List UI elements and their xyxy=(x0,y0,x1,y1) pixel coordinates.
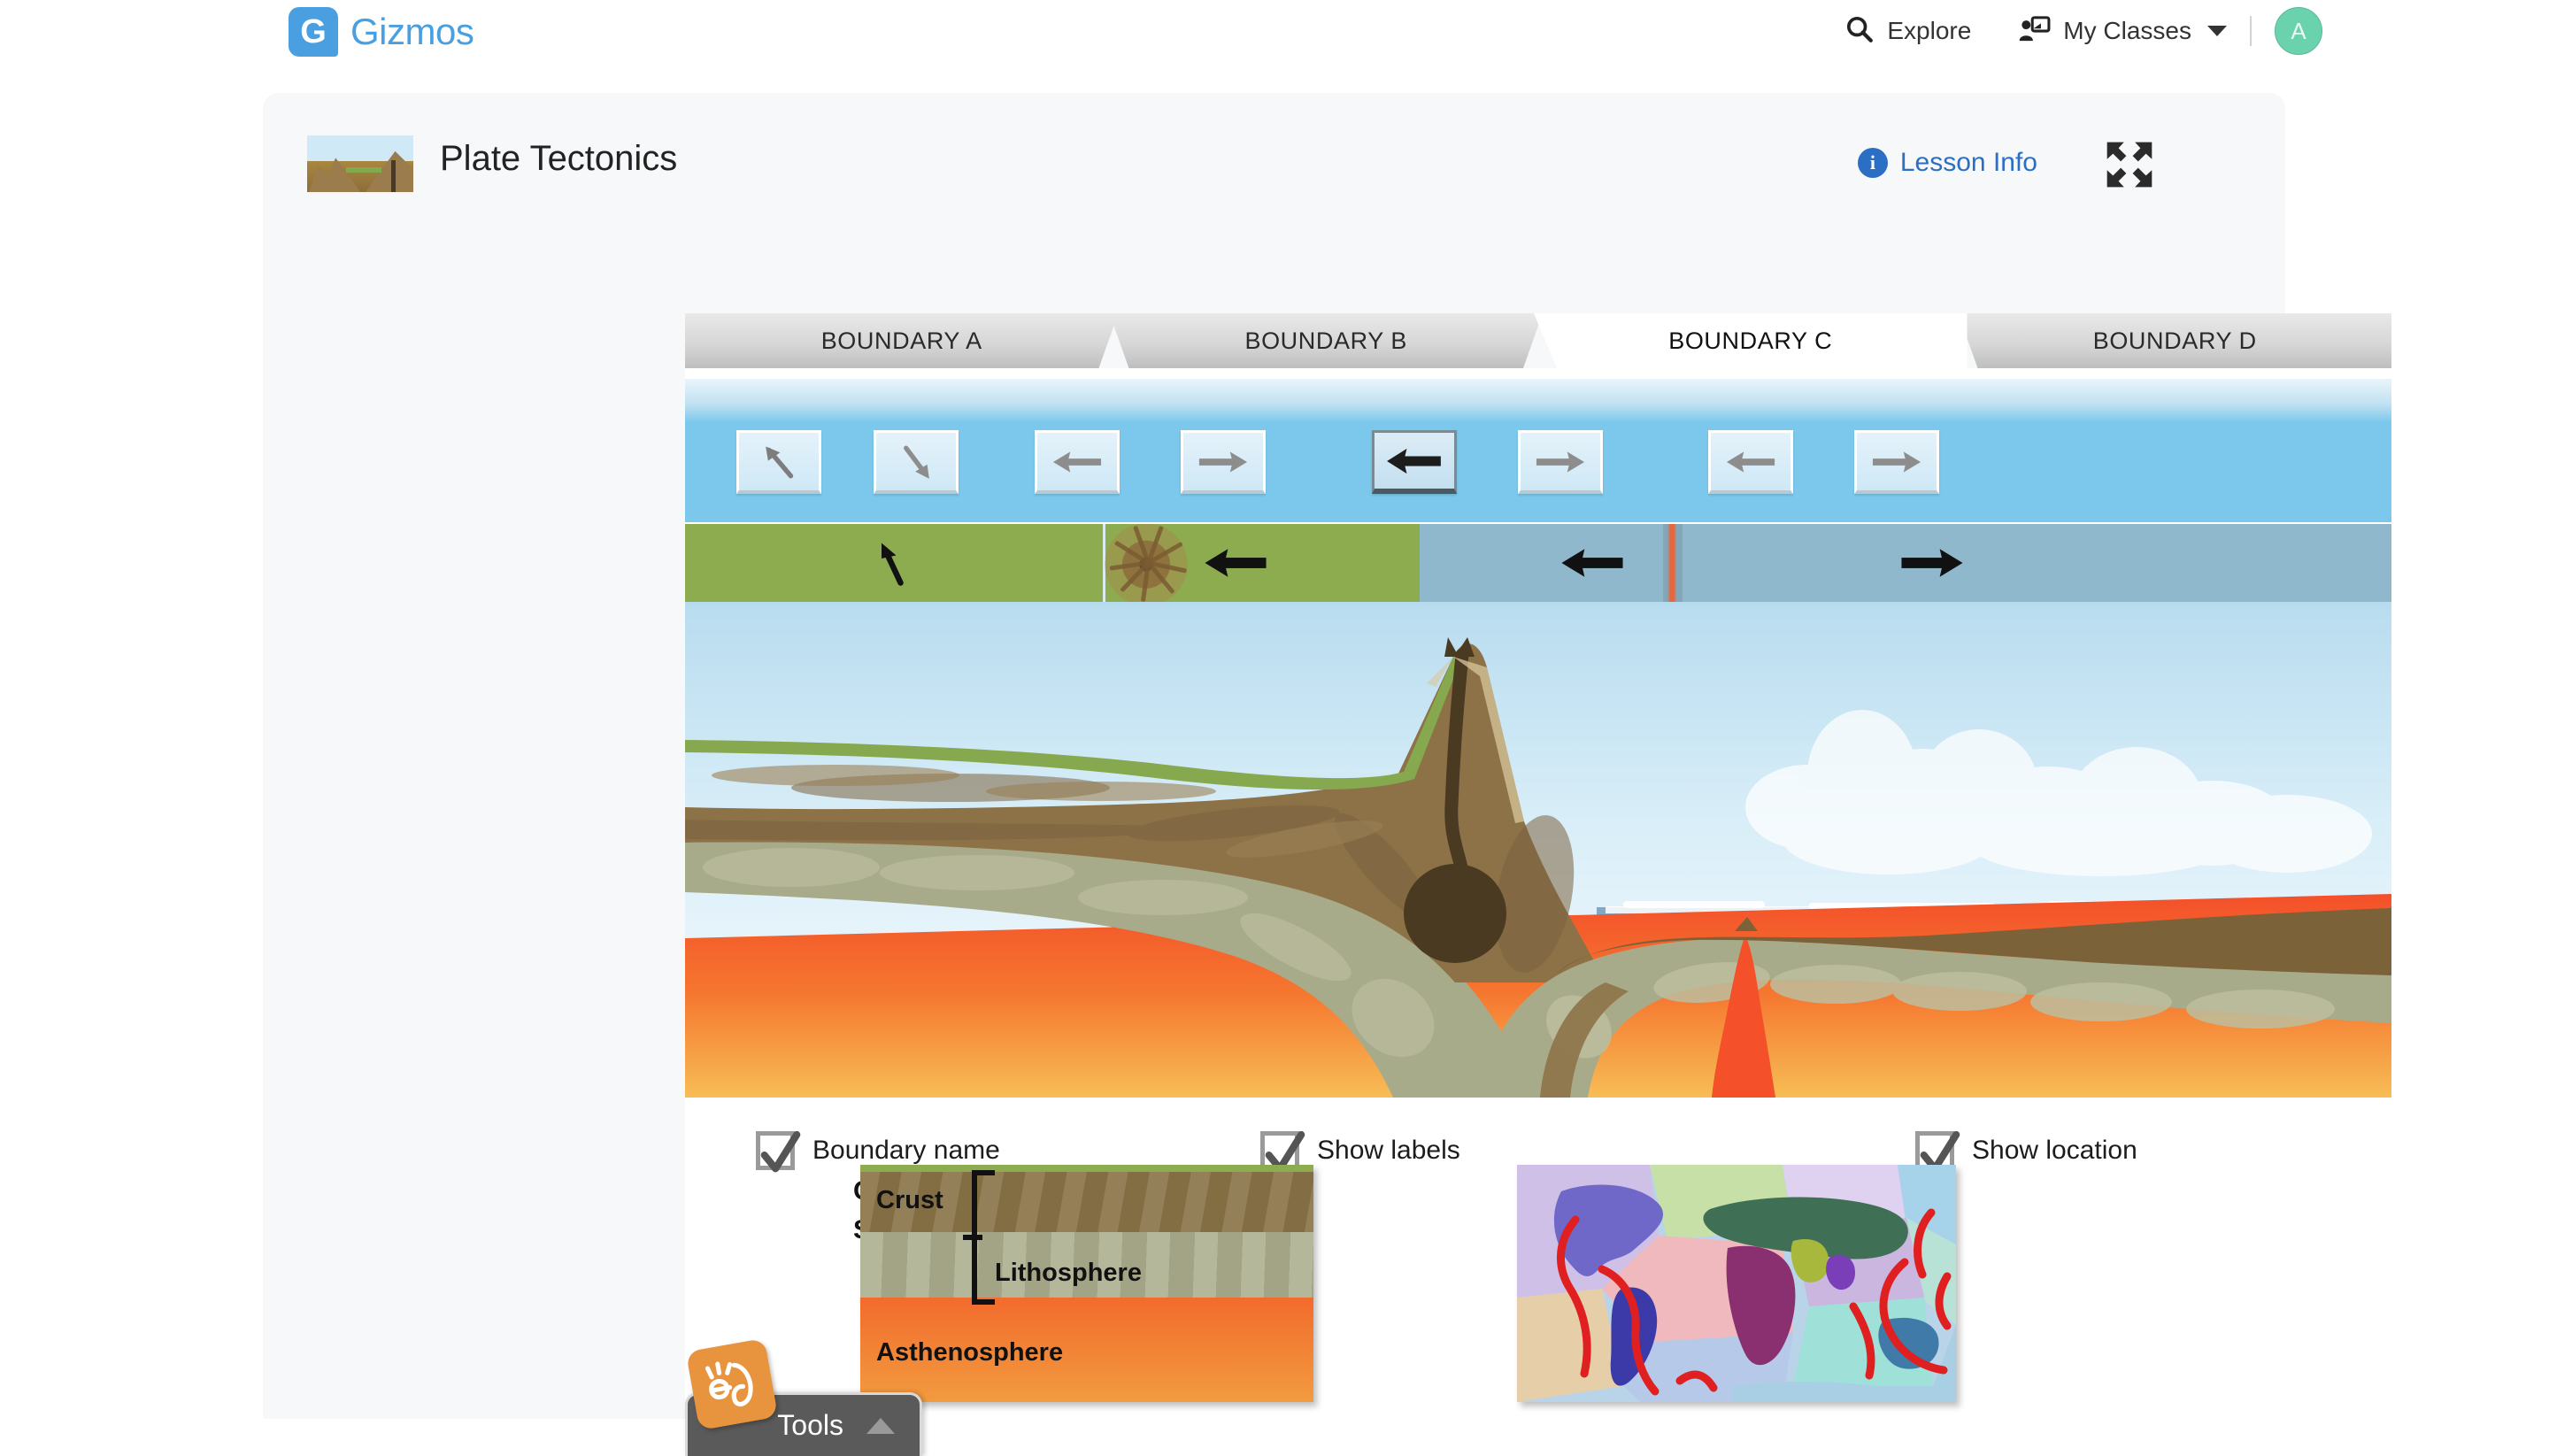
arrow-left-button-1[interactable] xyxy=(1035,430,1120,494)
plate-strip xyxy=(685,524,2391,602)
arrow-up-left-button[interactable] xyxy=(736,430,821,494)
magma-chamber xyxy=(1404,864,1506,963)
chevron-down-icon xyxy=(2207,26,2227,36)
tab-boundary-c[interactable]: BOUNDARY C xyxy=(1534,313,1968,368)
nav-divider xyxy=(2250,16,2252,46)
explore-label: Explore xyxy=(1887,17,1972,44)
boundary-name-label: Boundary name xyxy=(812,1136,1000,1165)
explore-nav-item[interactable]: Explore xyxy=(1844,14,1971,49)
chevron-up-icon xyxy=(866,1417,895,1434)
gizmos-logo-icon: G xyxy=(289,7,338,57)
lesson-info-label: Lesson Info xyxy=(1899,148,2037,177)
avatar[interactable]: A xyxy=(2275,7,2322,55)
lithosphere-brace-bottom xyxy=(972,1299,995,1305)
arrow-down-right-button[interactable] xyxy=(874,430,959,494)
presenter-icon xyxy=(2019,15,2051,48)
show-labels-label: Show labels xyxy=(1317,1136,1460,1165)
plate-4[interactable] xyxy=(1765,524,2391,602)
show-location-label: Show location xyxy=(1972,1136,2137,1165)
tab-boundary-b[interactable]: BOUNDARY B xyxy=(1110,313,1544,368)
top-navigation-bar: G Gizmos Explore My Classes A xyxy=(0,0,2549,93)
arrow-left-button-3[interactable] xyxy=(1708,430,1793,494)
info-icon: i xyxy=(1857,148,1888,178)
lithosphere-brace-middle-tick xyxy=(963,1235,982,1240)
fullscreen-expand-icon[interactable] xyxy=(2102,137,2157,192)
my-classes-nav-item[interactable]: My Classes xyxy=(2019,15,2227,48)
card-header: Plate Tectonics i Lesson Info xyxy=(263,93,2285,206)
thumbnail-fissure xyxy=(391,160,396,192)
lesson-info-button[interactable]: i Lesson Info xyxy=(1857,148,2037,178)
arrow-right-button-2[interactable] xyxy=(1518,430,1603,494)
controls-panel: Boundary name Convergent boundaries: Sub… xyxy=(685,1098,2391,1443)
tools-label: Tools xyxy=(777,1409,843,1441)
my-classes-label: My Classes xyxy=(2063,17,2191,44)
world-tectonic-plates-map xyxy=(1517,1165,1956,1402)
subduction-cross-section xyxy=(685,602,2391,1098)
lithosphere-brace-top xyxy=(972,1170,995,1175)
arrow-right-button-3[interactable] xyxy=(1854,430,1939,494)
search-icon xyxy=(1844,14,1875,49)
arrow-right-button-1[interactable] xyxy=(1181,430,1266,494)
brand-logo[interactable]: G Gizmos xyxy=(289,7,474,57)
arrow-left-button-2[interactable] xyxy=(1372,430,1457,494)
volcano-eruption-marker xyxy=(1079,524,1213,602)
layer-legend-diagram: Crust Lithosphere Asthenosphere xyxy=(860,1165,1313,1402)
explorelearning-logo-icon[interactable] xyxy=(685,1337,779,1431)
tab-boundary-d[interactable]: BOUNDARY D xyxy=(1958,313,2391,368)
nav-right-group: Explore My Classes A xyxy=(1844,0,2322,62)
thumbnail-mountain-left xyxy=(309,158,360,192)
plate-1[interactable] xyxy=(685,524,1103,602)
boundary-tab-bar: BOUNDARY A BOUNDARY B BOUNDARY C BOUNDAR… xyxy=(685,313,2391,368)
gizmo-card: Plate Tectonics i Lesson Info BOUNDARY A… xyxy=(263,93,2391,1456)
legend-crust-label: Crust xyxy=(876,1186,943,1214)
brand-name: Gizmos xyxy=(350,11,474,52)
legend-asthenosphere-label: Asthenosphere xyxy=(876,1338,1064,1367)
simulation-panel xyxy=(685,368,2391,1098)
plate-tectonics-thumbnail-icon xyxy=(307,135,413,192)
thumbnail-grass xyxy=(346,167,381,173)
legend-lithosphere-label: Lithosphere xyxy=(995,1259,1142,1287)
mid-ocean-ridge-marker xyxy=(1663,524,1683,602)
page-title: Plate Tectonics xyxy=(440,139,678,178)
tab-boundary-a[interactable]: BOUNDARY A xyxy=(685,313,1119,368)
boundary-name-checkbox[interactable] xyxy=(756,1131,801,1173)
plate-3[interactable] xyxy=(1420,524,1765,602)
plate-motion-button-row xyxy=(685,379,2391,522)
